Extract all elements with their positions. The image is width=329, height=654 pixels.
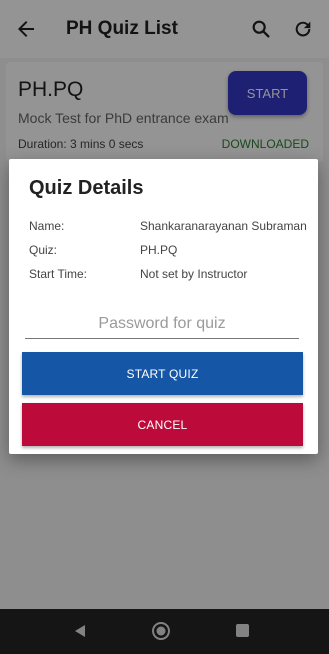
cancel-button[interactable]: CANCEL (22, 403, 303, 446)
quiz-value: PH.PQ (140, 243, 178, 257)
name-value: Shankaranarayanan Subraman (140, 219, 307, 233)
quiz-label: Quiz: (29, 243, 58, 257)
quiz-details-dialog: Quiz Details Name: Shankaranarayanan Sub… (9, 159, 318, 454)
start-quiz-button[interactable]: START QUIZ (22, 352, 303, 395)
name-label: Name: (29, 219, 65, 233)
start-time-label: Start Time: (29, 267, 88, 281)
start-time-value: Not set by Instructor (140, 267, 248, 281)
password-input[interactable] (25, 309, 299, 339)
dialog-title: Quiz Details (29, 177, 144, 199)
